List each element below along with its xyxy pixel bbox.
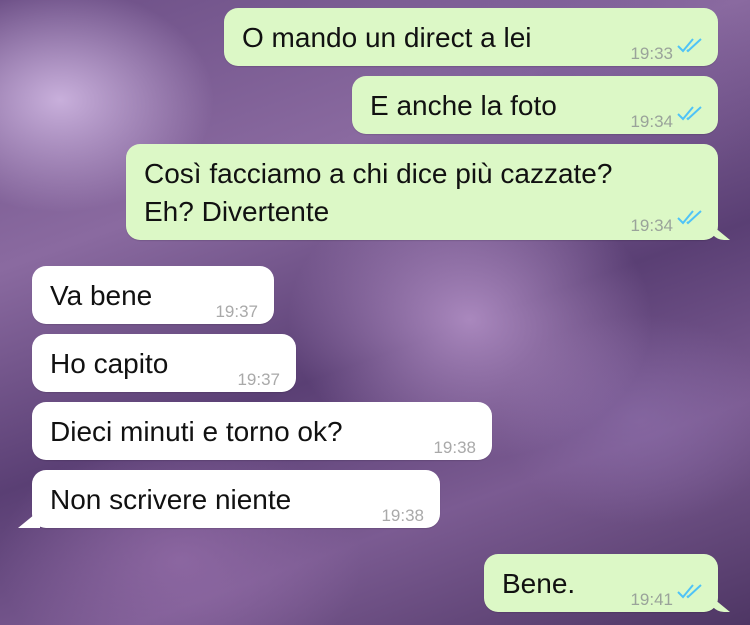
- double-check-icon: [677, 210, 702, 225]
- message-time: 19:37: [215, 302, 258, 321]
- double-check-icon: [677, 106, 702, 121]
- double-check-icon: [677, 584, 702, 599]
- message-time: 19:37: [237, 370, 280, 389]
- message-outgoing-4[interactable]: Bene. 19:41: [484, 554, 730, 612]
- message-text: Bene.: [502, 568, 576, 599]
- bubble-tail: [18, 510, 40, 528]
- message-text: Non scrivere niente: [50, 484, 292, 515]
- message-outgoing-3[interactable]: Così facciamo a chi dice più cazzate? Eh…: [126, 144, 730, 240]
- message-outgoing-1[interactable]: O mando un direct a lei 19:33: [224, 8, 718, 66]
- chat-screen: { "messages": [ {"direction":"outgoing",…: [0, 0, 750, 625]
- message-incoming-1[interactable]: Va bene 19:37: [32, 266, 274, 324]
- double-check-icon: [677, 38, 702, 53]
- message-text-line-1: Così facciamo a chi dice più cazzate?: [144, 158, 613, 189]
- message-time: 19:33: [630, 44, 673, 63]
- message-time: 19:34: [630, 216, 673, 235]
- message-text: Va bene: [50, 280, 153, 311]
- message-time: 19:38: [433, 438, 476, 457]
- message-outgoing-2[interactable]: E anche la foto 19:34: [352, 76, 718, 134]
- message-text: Dieci minuti e torno ok?: [50, 416, 343, 447]
- message-text: O mando un direct a lei: [242, 22, 532, 53]
- message-text: E anche la foto: [370, 90, 557, 121]
- message-text-line-2: Eh? Divertente: [144, 196, 330, 227]
- bubble-tail: [708, 222, 730, 240]
- message-incoming-2[interactable]: Ho capito 19:37: [32, 334, 296, 392]
- message-time: 19:34: [630, 112, 673, 131]
- message-time: 19:38: [381, 506, 424, 525]
- message-time: 19:41: [630, 590, 673, 609]
- bubble-tail: [708, 594, 730, 612]
- message-incoming-4[interactable]: Non scrivere niente 19:38: [18, 470, 440, 528]
- message-incoming-3[interactable]: Dieci minuti e torno ok? 19:38: [32, 402, 492, 460]
- message-text: Ho capito: [50, 348, 169, 379]
